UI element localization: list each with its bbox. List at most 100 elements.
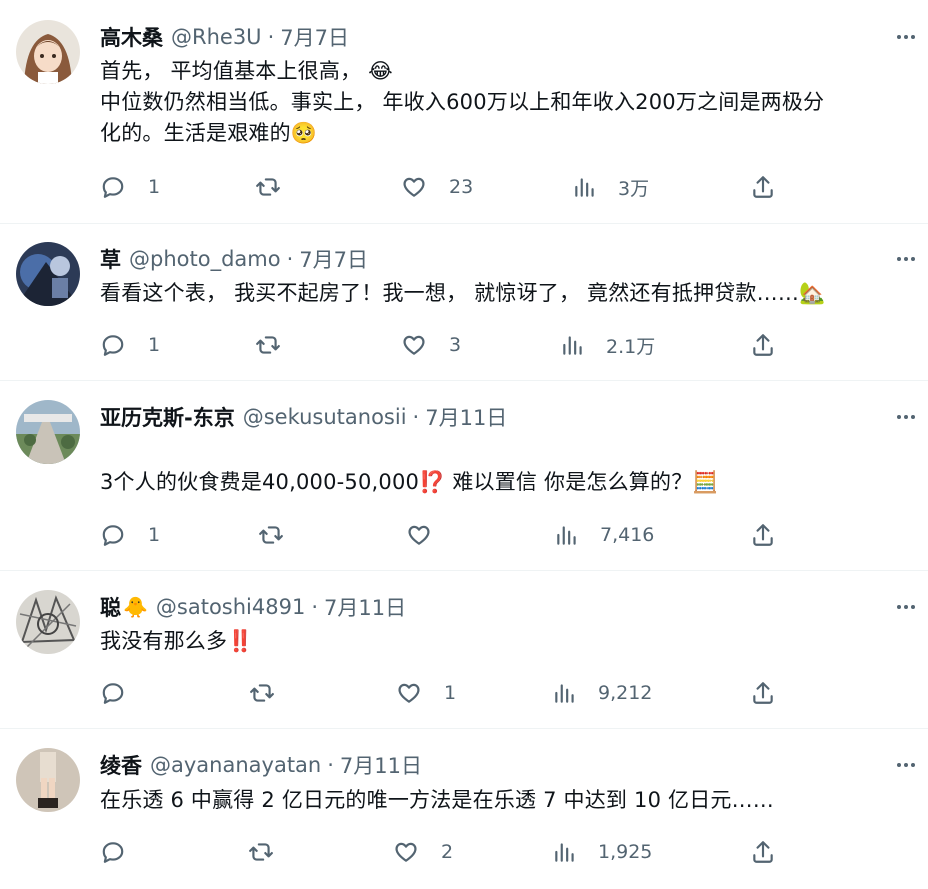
views-button[interactable]: 7,416 [554, 520, 654, 550]
views-icon [555, 684, 574, 703]
separator-dot: · [327, 753, 334, 777]
tweet-text-line: 看看这个表， 我买不起房了！我一想， 就惊讶了， 竟然还有抵押贷款……🏡 [100, 281, 826, 305]
views-button[interactable]: 1,925 [552, 837, 652, 867]
reply-button[interactable]: 1 [100, 330, 160, 360]
tweet-text: 我没有那么多‼️ [100, 626, 914, 657]
reply-button[interactable] [100, 678, 148, 708]
like-button[interactable]: 23 [401, 172, 473, 202]
tweet-text: 看看这个表， 我买不起房了！我一想， 就惊讶了， 竟然还有抵押贷款……🏡 [100, 278, 914, 309]
tweet-header: 聪 🐥 @satoshi4891 · 7月11日 [100, 592, 868, 622]
retweet-icon [256, 178, 280, 196]
reply-count: 1 [148, 334, 161, 356]
tweet-text: 在乐透 6 中赢得 2 亿日元的唯一方法是在乐透 7 中达到 10 亿日元…… [100, 785, 914, 816]
more-icon[interactable] [892, 754, 920, 776]
tweet-text-line: 首先， 平均值基本上很高， 😂 [100, 59, 393, 83]
avatar[interactable] [16, 590, 80, 654]
like-count: 1 [444, 682, 457, 704]
avatar[interactable] [16, 242, 80, 306]
action-bar: 1 3 2.1万 [0, 330, 928, 360]
tweet-date[interactable]: 7月11日 [324, 592, 406, 622]
reply-button[interactable]: 1 [100, 172, 160, 202]
user-handle[interactable]: @photo_damo [129, 247, 281, 271]
display-name[interactable]: 草 [100, 244, 121, 274]
action-bar: 1 9,212 [0, 678, 928, 708]
like-count: 3 [449, 334, 462, 356]
share-button[interactable] [750, 520, 776, 550]
avatar[interactable] [16, 20, 80, 84]
tweet[interactable]: 聪 🐥 @satoshi4891 · 7月11日 我没有那么多‼️ 1 9,21… [0, 571, 928, 729]
reply-count: 1 [148, 176, 161, 198]
retweet-icon [249, 843, 273, 861]
share-icon [753, 524, 773, 546]
tweet-date[interactable]: 7月7日 [280, 22, 349, 52]
user-handle[interactable]: @satoshi4891 [156, 595, 305, 619]
retweet-button[interactable] [255, 330, 303, 360]
views-icon [555, 843, 574, 862]
share-icon [753, 334, 773, 356]
reply-count: 1 [148, 524, 161, 546]
share-button[interactable] [750, 678, 776, 708]
retweet-button[interactable] [249, 678, 297, 708]
display-name[interactable]: 绫香 [100, 750, 142, 780]
like-button[interactable]: 3 [401, 330, 461, 360]
tweet[interactable]: 亚历克斯-东京 @sekusutanosii · 7月11日 3个人的伙食费是4… [0, 381, 928, 571]
like-icon [403, 335, 425, 355]
more-icon[interactable] [892, 26, 920, 48]
like-count: 2 [441, 841, 454, 863]
tweet-header: 草 @photo_damo · 7月7日 [100, 244, 868, 274]
views-button[interactable]: 9,212 [552, 678, 652, 708]
display-name[interactable]: 亚历克斯-东京 [100, 402, 235, 432]
avatar[interactable] [16, 400, 80, 464]
action-bar: 2 1,925 [0, 837, 928, 867]
retweet-button[interactable] [258, 520, 306, 550]
reply-button[interactable] [100, 837, 148, 867]
tweet-text: 首先， 平均值基本上很高， 😂 中位数仍然相当低。事实上， 年收入600万以上和… [100, 56, 914, 149]
action-bar: 1 7,416 [0, 520, 928, 550]
reply-icon [102, 177, 124, 198]
like-button[interactable]: 2 [393, 837, 453, 867]
reply-icon [102, 335, 124, 356]
share-button[interactable] [750, 172, 776, 202]
retweet-icon [259, 526, 283, 544]
display-name[interactable]: 高木桑 [100, 22, 163, 52]
like-button[interactable] [406, 520, 454, 550]
reply-icon [102, 683, 124, 704]
views-count: 3万 [618, 177, 650, 200]
tweet-date[interactable]: 7月11日 [425, 402, 507, 432]
share-icon [753, 176, 773, 198]
more-icon[interactable] [892, 596, 920, 618]
user-handle[interactable]: @Rhe3U [171, 25, 262, 49]
user-handle[interactable]: @sekusutanosii [243, 405, 407, 429]
display-name[interactable]: 聪 [100, 592, 121, 622]
tweet[interactable]: 绫香 @ayananayatan · 7月11日 在乐透 6 中赢得 2 亿日元… [0, 729, 928, 889]
reply-button[interactable]: 1 [100, 520, 160, 550]
views-count: 1,925 [598, 841, 653, 863]
reply-icon [102, 842, 124, 863]
tweet-date[interactable]: 7月11日 [340, 750, 422, 780]
retweet-button[interactable] [255, 172, 303, 202]
separator-dot: · [286, 247, 294, 271]
avatar[interactable] [16, 748, 80, 812]
share-button[interactable] [750, 837, 776, 867]
user-handle[interactable]: @ayananayatan [150, 753, 321, 777]
tweet[interactable]: 高木桑 @Rhe3U · 7月7日 首先， 平均值基本上很高， 😂 中位数仍然相… [0, 0, 928, 224]
separator-dot: · [267, 25, 275, 49]
views-button[interactable]: 2.1万 [560, 330, 655, 360]
retweet-button[interactable] [248, 837, 296, 867]
tweet-text: 3个人的伙食费是40,000-50,000⁉️ 难以置信 你是怎么算的？🧮 [100, 467, 914, 498]
views-button[interactable]: 3万 [572, 172, 649, 202]
like-icon [408, 525, 430, 545]
reply-icon [102, 525, 124, 546]
tweet-text-line: 中位数仍然相当低。事实上， 年收入600万以上和年收入200万之间是两极分 [100, 90, 825, 114]
more-icon[interactable] [892, 248, 920, 270]
share-icon [753, 682, 773, 704]
tweet-date[interactable]: 7月7日 [299, 244, 368, 274]
more-icon[interactable] [892, 406, 920, 428]
reply-feed: 高木桑 @Rhe3U · 7月7日 首先， 平均值基本上很高， 😂 中位数仍然相… [0, 0, 928, 889]
views-count: 7,416 [600, 524, 655, 546]
like-button[interactable]: 1 [396, 678, 456, 708]
share-button[interactable] [750, 330, 776, 360]
tweet[interactable]: 草 @photo_damo · 7月7日 看看这个表， 我买不起房了！我一想， … [0, 224, 928, 381]
tweet-text-line: 在乐透 6 中赢得 2 亿日元的唯一方法是在乐透 7 中达到 10 亿日元…… [100, 788, 775, 812]
views-icon [563, 336, 582, 355]
